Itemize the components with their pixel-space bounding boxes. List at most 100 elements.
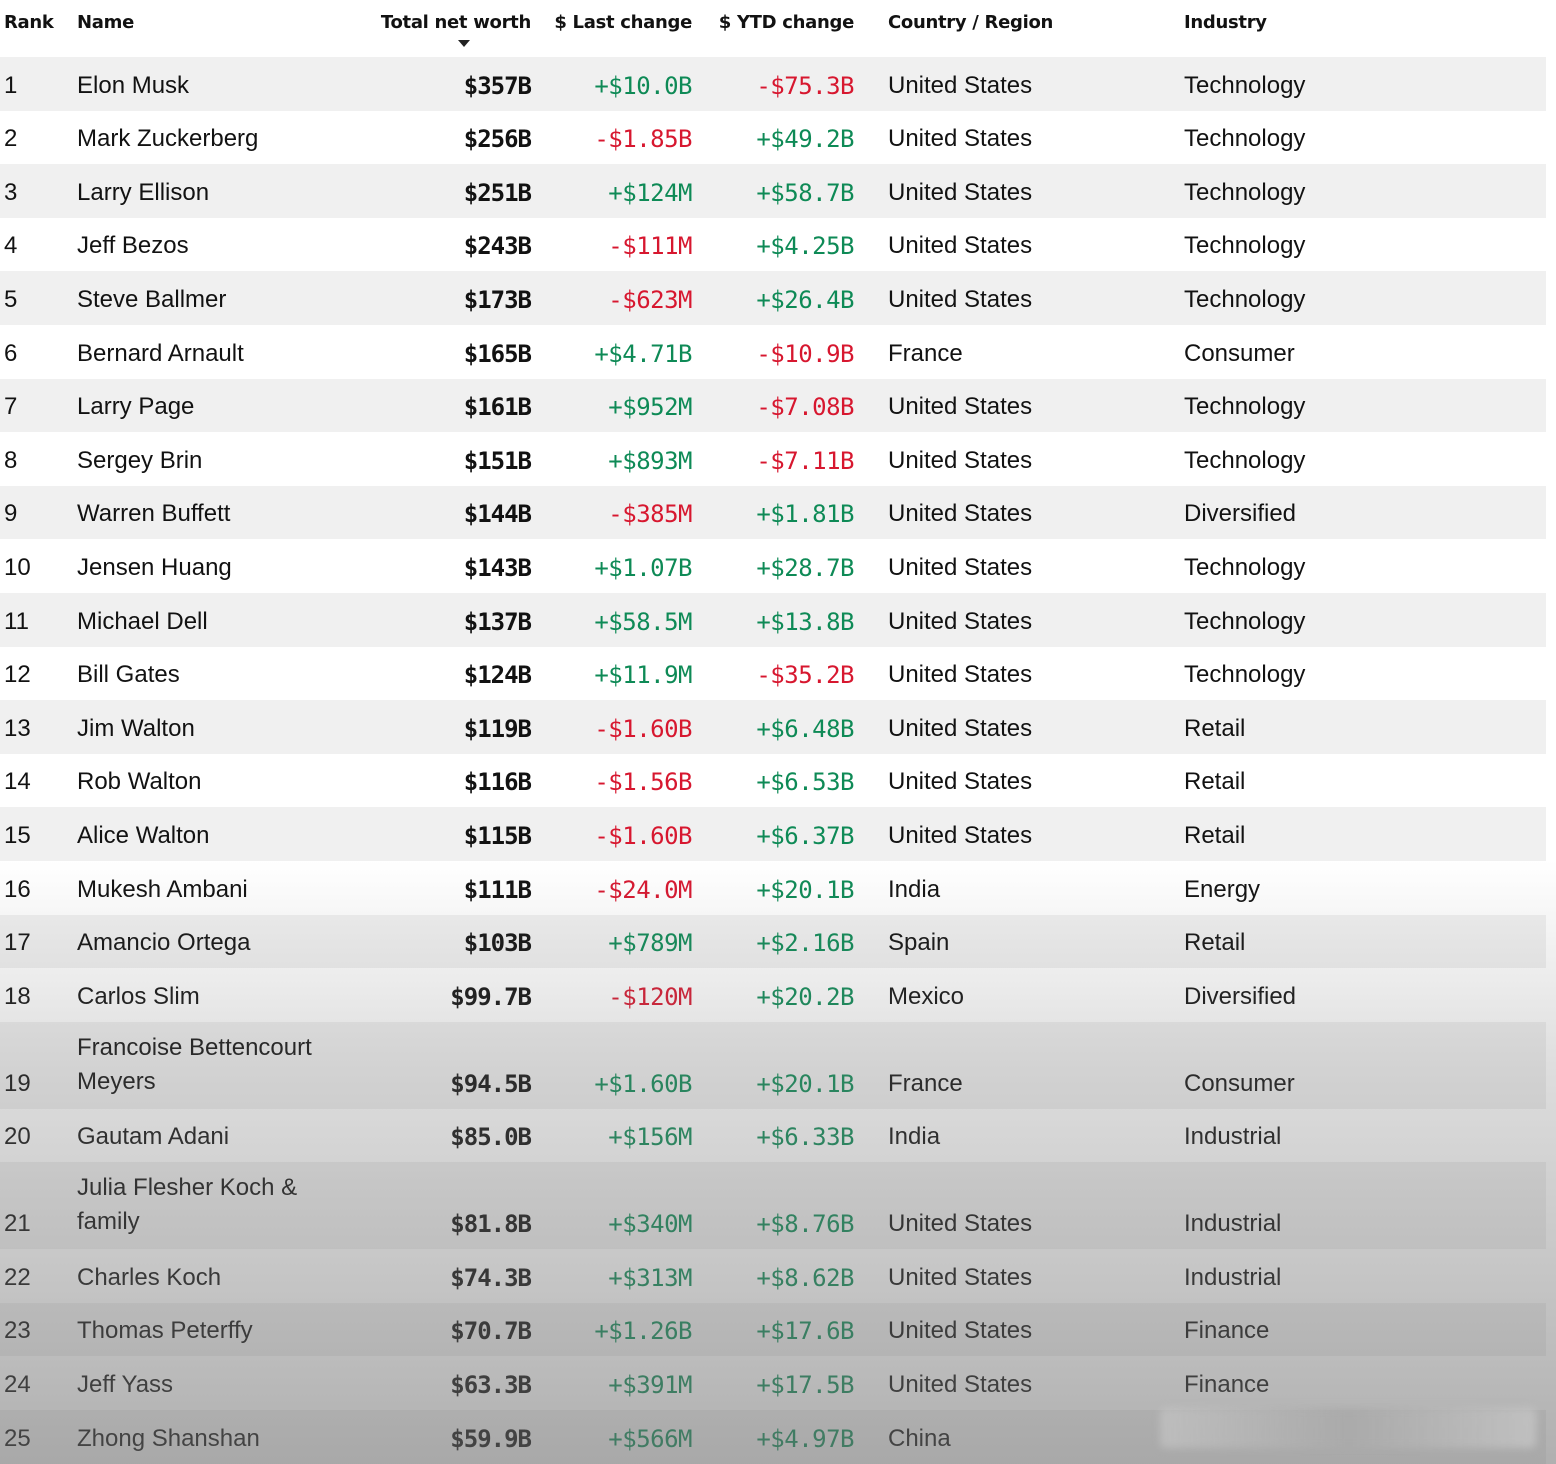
name-cell[interactable]: Bernard Arnault: [77, 340, 244, 368]
table-row[interactable]: 14 Rob Walton $116B -$1.56B +$6.53B United St…: [0, 754, 1546, 808]
industry-cell: Technology: [1184, 125, 1306, 153]
net-worth-cell: $144B: [463, 500, 532, 529]
industry-cell: Technology: [1184, 446, 1306, 474]
table-row[interactable]: 11 Michael Dell $137B +$58.5M +$13.8B United …: [0, 592, 1546, 647]
name-cell[interactable]: Carlos Slim: [77, 983, 200, 1011]
name-cell[interactable]: Bill Gates: [77, 661, 180, 689]
table-row[interactable]: 1 Elon Musk $357B +$10.0B -$75.3B United Stat…: [0, 57, 1546, 111]
country-cell: United States: [888, 553, 1033, 581]
table-row[interactable]: 2 Mark Zuckerberg $256B -$1.85B +$49.2B Unite…: [0, 111, 1546, 165]
last-change-cell: +$340M: [608, 1210, 692, 1239]
table-row[interactable]: 25 Zhong Shanshan $59.9B +$566M +$4.97B China: [0, 1410, 1546, 1464]
ytd-change-cell: -$10.9B: [756, 339, 854, 368]
rank-cell: 18: [4, 982, 31, 1010]
name-cell[interactable]: Warren Buffett: [77, 500, 230, 528]
net-worth-cell: $173B: [463, 285, 532, 314]
net-worth-cell: $251B: [463, 178, 532, 207]
table-row[interactable]: 4 Jeff Bezos $243B -$111M +$4.25B United Stat…: [0, 218, 1546, 272]
net-worth-cell: $124B: [463, 661, 532, 690]
name-cell[interactable]: Julia Flesher Koch & family: [77, 1171, 357, 1239]
name-cell[interactable]: Jeff Yass: [77, 1371, 173, 1399]
name-cell[interactable]: Francoise Bettencourt Meyers: [77, 1031, 357, 1099]
industry-cell: Retail: [1184, 714, 1246, 742]
name-cell[interactable]: Jim Walton: [77, 715, 195, 743]
name-cell[interactable]: Steve Ballmer: [77, 286, 226, 314]
table-row[interactable]: 8 Sergey Brin $151B +$893M -$7.11B United Sta…: [0, 432, 1546, 486]
table-row[interactable]: 6 Bernard Arnault $165B +$4.71B -$10.9B Franc…: [0, 325, 1546, 379]
name-cell[interactable]: Zhong Shanshan: [77, 1425, 260, 1453]
name-cell[interactable]: Rob Walton: [77, 768, 202, 796]
industry-cell: Technology: [1184, 71, 1306, 99]
last-change-cell: +$566M: [608, 1424, 692, 1453]
country-cell: United States: [888, 446, 1033, 474]
rank-cell: 17: [4, 929, 31, 957]
name-cell[interactable]: Mark Zuckerberg: [77, 125, 258, 153]
name-cell[interactable]: Gautam Adani: [77, 1123, 229, 1151]
header-rank[interactable]: Rank: [4, 12, 54, 33]
header-total-net-worth[interactable]: Total net worth: [381, 12, 531, 33]
header-industry[interactable]: Industry: [1184, 12, 1267, 33]
name-cell[interactable]: Sergey Brin: [77, 447, 202, 475]
net-worth-cell: $74.3B: [450, 1263, 532, 1292]
country-cell: United States: [888, 71, 1033, 99]
caret-down-icon[interactable]: [458, 40, 470, 47]
name-cell[interactable]: Charles Koch: [77, 1264, 221, 1292]
rank-cell: 1: [4, 71, 18, 99]
table-row[interactable]: 18 Carlos Slim $99.7B -$120M +$20.2B Mexico Di…: [0, 968, 1546, 1022]
header-ytd-change[interactable]: $ YTD change: [719, 12, 855, 33]
table-row[interactable]: 12 Bill Gates $124B +$11.9M -$35.2B United St…: [0, 647, 1546, 701]
table-row[interactable]: 5 Steve Ballmer $173B -$623M +$26.4B United S…: [0, 271, 1546, 325]
header-last-change[interactable]: $ Last change: [554, 12, 692, 33]
table-row[interactable]: 9 Warren Buffett $144B -$385M +$1.81B United …: [0, 485, 1546, 540]
name-cell[interactable]: Alice Walton: [77, 822, 210, 850]
table-row[interactable]: 23 Thomas Peterffy $70.7B +$1.26B +$17.6B Uni…: [0, 1302, 1546, 1357]
table-row[interactable]: 21 Julia Flesher Koch & family $81.8B +$340…: [0, 1162, 1546, 1250]
table-row[interactable]: 16 Mukesh Ambani $111B -$24.0M +$20.1B India E…: [0, 861, 1546, 915]
ytd-change-cell: +$8.62B: [756, 1263, 854, 1292]
table-row[interactable]: 17 Amancio Ortega $103B +$789M +$2.16B Spain R…: [0, 914, 1546, 969]
rank-cell: 12: [4, 661, 31, 689]
ytd-change-cell: +$13.8B: [756, 607, 854, 636]
name-cell[interactable]: Elon Musk: [77, 72, 189, 100]
country-cell: France: [888, 1069, 963, 1097]
net-worth-cell: $165B: [463, 339, 532, 368]
table-row[interactable]: 13 Jim Walton $119B -$1.60B +$6.48B United St…: [0, 700, 1546, 754]
ytd-change-cell: +$26.4B: [756, 285, 854, 314]
industry-cell: Industrial: [1184, 1210, 1282, 1238]
name-cell[interactable]: Jeff Bezos: [77, 232, 189, 260]
industry-cell: Industrial: [1184, 1263, 1282, 1291]
industry-cell: Technology: [1184, 178, 1306, 206]
table-row[interactable]: 24 Jeff Yass $63.3B +$391M +$17.5B United Sta…: [0, 1356, 1546, 1410]
name-cell[interactable]: Michael Dell: [77, 608, 208, 636]
header-name[interactable]: Name: [77, 12, 134, 33]
rank-cell: 8: [4, 446, 18, 474]
table-row[interactable]: 22 Charles Koch $74.3B +$313M +$8.62B United …: [0, 1249, 1546, 1303]
rank-cell: 4: [4, 232, 18, 260]
table-row[interactable]: 10 Jensen Huang $143B +$1.07B +$28.7B United …: [0, 539, 1546, 593]
name-cell[interactable]: Mukesh Ambani: [77, 876, 248, 904]
country-cell: Mexico: [888, 982, 965, 1010]
table-row[interactable]: 20 Gautam Adani $85.0B +$156M +$6.33B India In…: [0, 1109, 1546, 1163]
rank-cell: 13: [4, 714, 31, 742]
table-row[interactable]: 3 Larry Ellison $251B +$124M +$58.7B United S…: [0, 164, 1546, 218]
industry-cell: Technology: [1184, 285, 1306, 313]
country-cell: United States: [888, 393, 1033, 421]
country-cell: United States: [888, 1210, 1033, 1238]
table-row[interactable]: 19 Francoise Bettencourt Meyers $94.5B +$1.…: [0, 1021, 1546, 1109]
name-cell[interactable]: Larry Ellison: [77, 179, 209, 207]
table-row[interactable]: 7 Larry Page $161B +$952M -$7.08B United Stat…: [0, 378, 1546, 433]
name-cell[interactable]: Thomas Peterffy: [77, 1317, 253, 1345]
industry-cell: Consumer: [1184, 1069, 1295, 1097]
name-cell[interactable]: Amancio Ortega: [77, 929, 250, 957]
country-cell: United States: [888, 285, 1033, 313]
industry-cell: Retail: [1184, 929, 1246, 957]
industry-cell: Energy: [1184, 875, 1261, 903]
ytd-change-cell: -$7.08B: [756, 393, 854, 422]
name-cell[interactable]: Larry Page: [77, 393, 194, 421]
net-worth-cell: $99.7B: [450, 982, 532, 1011]
country-cell: United States: [888, 178, 1033, 206]
net-worth-cell: $143B: [463, 553, 532, 582]
name-cell[interactable]: Jensen Huang: [77, 554, 232, 582]
header-country-region[interactable]: Country / Region: [888, 12, 1053, 33]
table-row[interactable]: 15 Alice Walton $115B -$1.60B +$6.37B United …: [0, 807, 1546, 861]
